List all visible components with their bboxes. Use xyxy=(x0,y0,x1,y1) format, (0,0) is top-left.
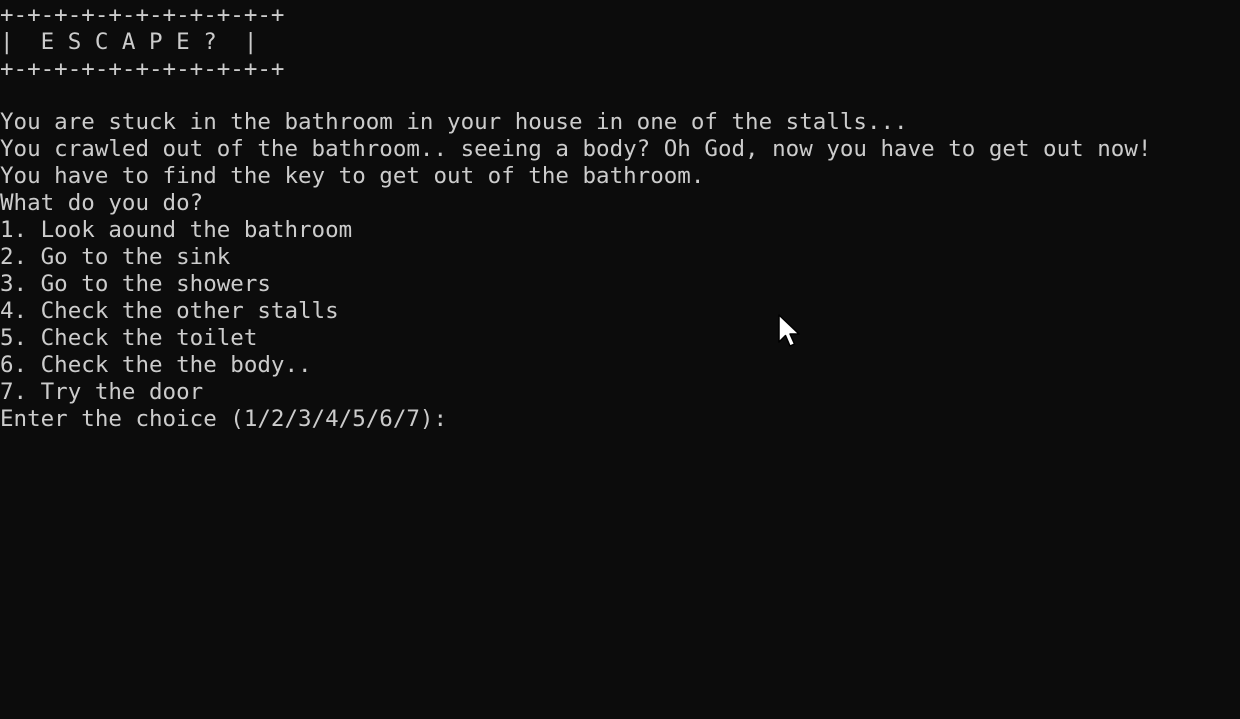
banner-border-top: +-+-+-+-+-+-+-+-+-+-+ xyxy=(0,2,285,28)
story-line-3: You have to find the key to get out of t… xyxy=(0,163,705,189)
option-4: 4. Check the other stalls xyxy=(0,298,339,324)
input-prompt[interactable]: Enter the choice (1/2/3/4/5/6/7): xyxy=(0,406,447,433)
option-3: 3. Go to the showers xyxy=(0,271,271,297)
terminal-window[interactable]: +-+-+-+-+-+-+-+-+-+-+ | E S C A P E ? | … xyxy=(0,0,1240,719)
option-1: 1. Look aound the bathroom xyxy=(0,217,353,243)
banner-border-bottom: +-+-+-+-+-+-+-+-+-+-+ xyxy=(0,56,285,82)
story-line-1: You are stuck in the bathroom in your ho… xyxy=(0,109,908,135)
arrow-pointer-icon xyxy=(778,314,800,347)
banner-title: | E S C A P E ? | xyxy=(0,29,258,55)
option-5: 5. Check the toilet xyxy=(0,325,258,351)
question-line: What do you do? xyxy=(0,190,204,216)
option-2: 2. Go to the sink xyxy=(0,244,231,270)
option-6: 6. Check the the body.. xyxy=(0,352,312,378)
story-line-2: You crawled out of the bathroom.. seeing… xyxy=(0,136,1152,162)
option-7: 7. Try the door xyxy=(0,379,204,405)
